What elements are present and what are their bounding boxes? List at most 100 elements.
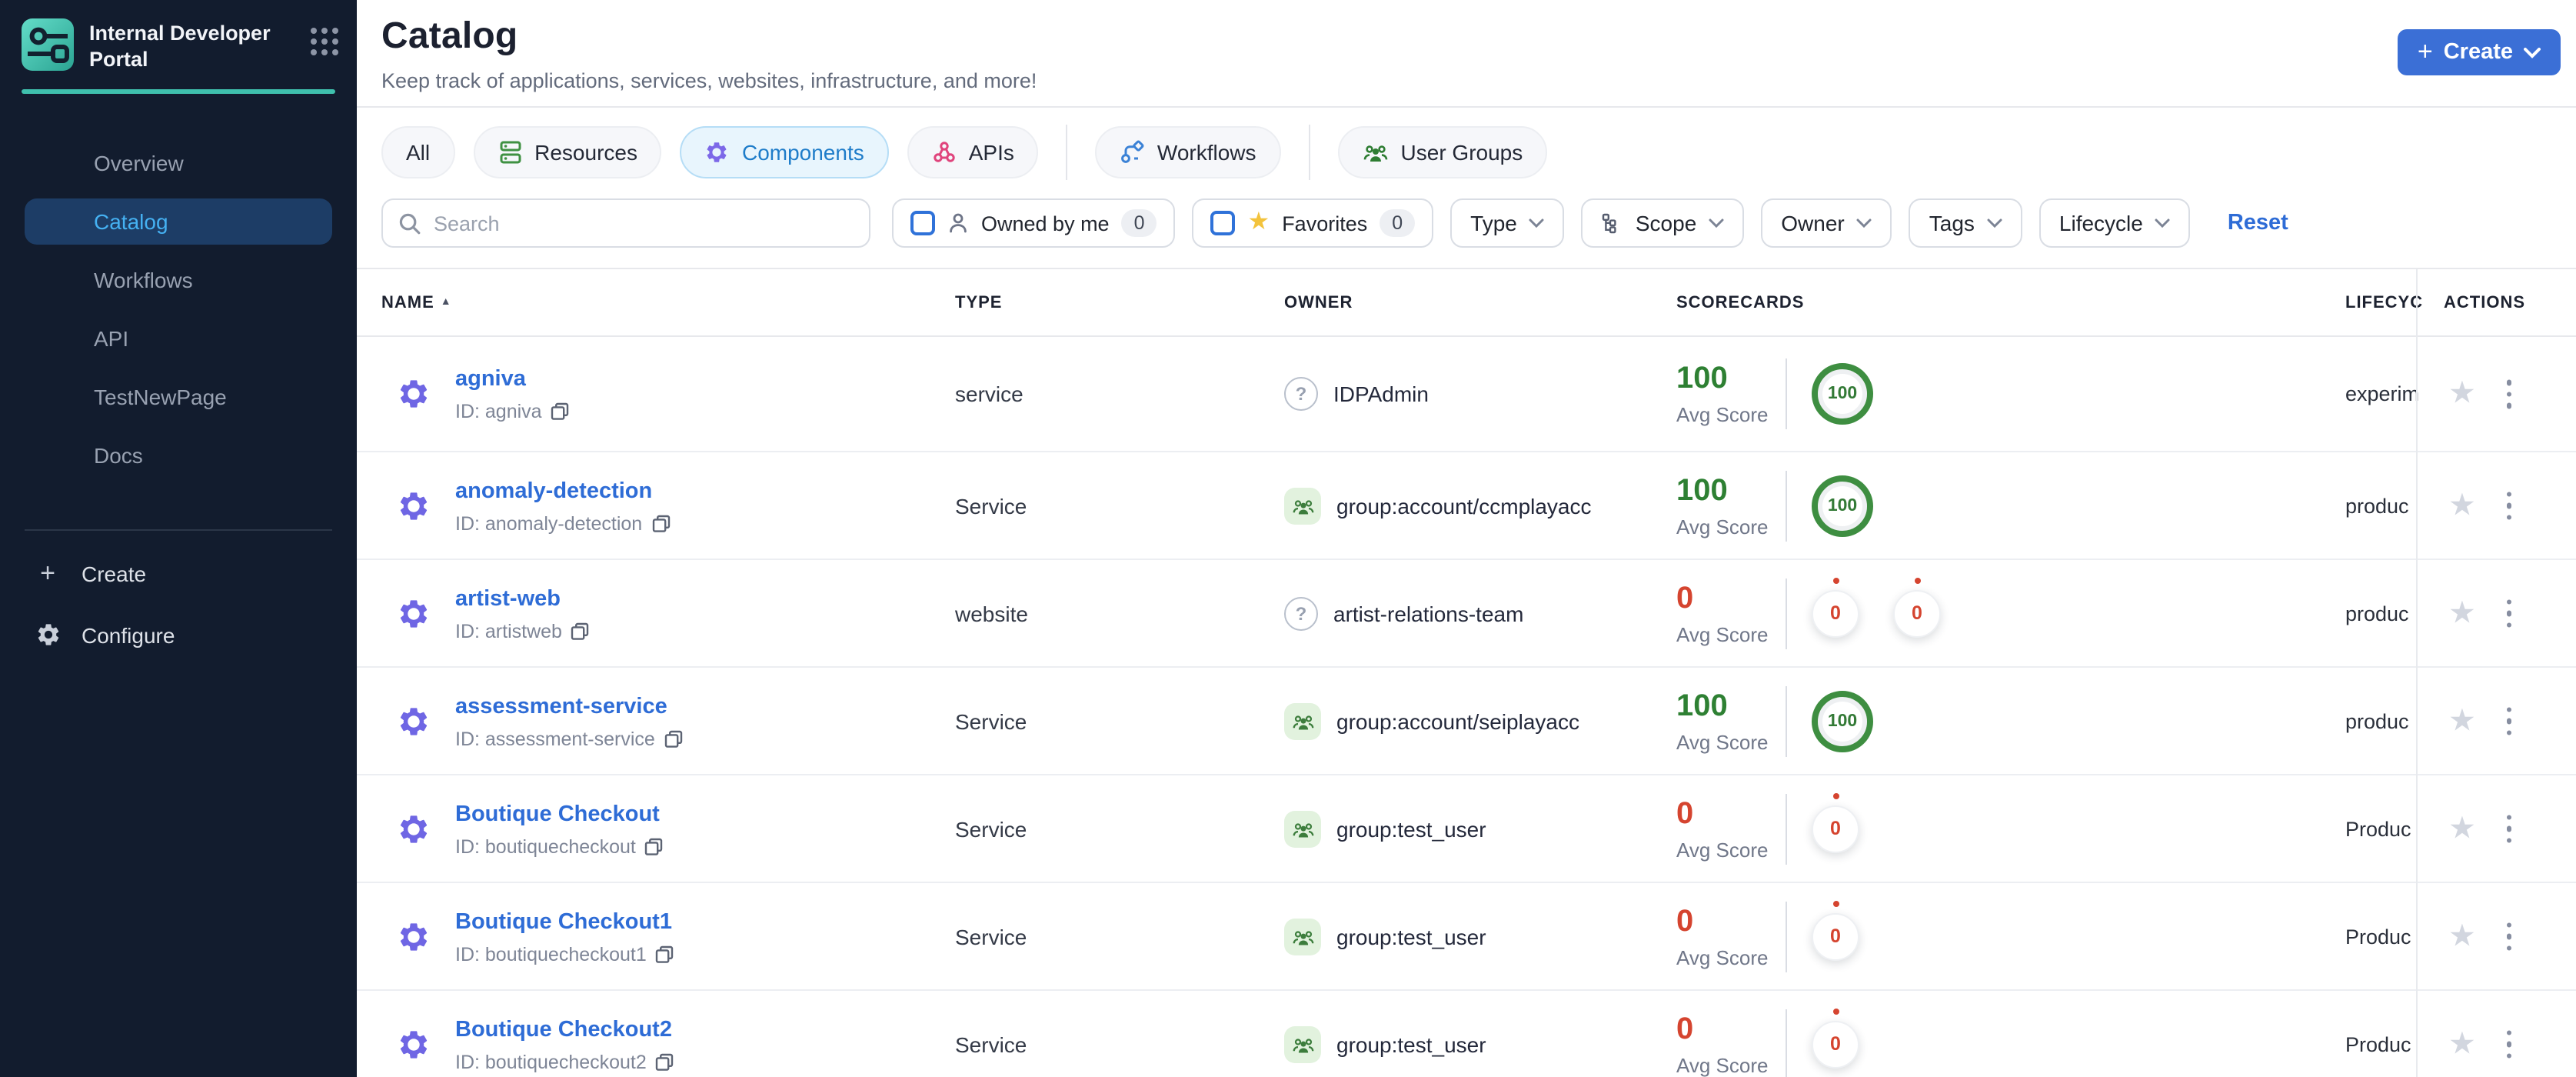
copy-icon[interactable] <box>551 402 570 421</box>
create-button[interactable]: + Create <box>2397 29 2561 75</box>
type-dropdown[interactable]: Type <box>1450 198 1565 248</box>
kebab-menu-icon[interactable] <box>2504 596 2515 631</box>
scorecard-divider <box>1786 901 1787 972</box>
avg-score: 0 Avg Score <box>1676 796 1769 861</box>
tab-all[interactable]: All <box>381 126 455 178</box>
scorecard-ring[interactable]: 0 <box>1812 577 1859 637</box>
scope-tree-icon <box>1603 213 1617 234</box>
scorecard-ring[interactable]: 0 <box>1812 1008 1859 1068</box>
favorite-star-icon[interactable]: ★ <box>2448 813 2476 844</box>
component-gear-icon <box>400 599 428 627</box>
row-actions: ★ <box>2448 596 2515 631</box>
sidebar-item-workflows[interactable]: Workflows <box>25 256 332 302</box>
scorecard-rings: 0 <box>1812 1008 1859 1068</box>
scorecard-ring[interactable]: 0 <box>1893 577 1941 637</box>
tab-resources[interactable]: Resources <box>473 126 662 178</box>
avg-score-value: 100 <box>1676 473 1728 507</box>
column-header-scorecards[interactable]: SCORECARDS <box>1676 294 1804 312</box>
favorite-star-icon[interactable]: ★ <box>2448 705 2476 736</box>
chevron-down-icon <box>1529 218 1545 228</box>
owned-by-me-filter[interactable]: Owned by me 0 <box>892 198 1176 248</box>
search-input[interactable] <box>434 212 854 235</box>
scorecard-divider <box>1786 793 1787 864</box>
owner-icon-slot <box>1284 1025 1321 1062</box>
kebab-menu-icon[interactable] <box>2504 919 2515 954</box>
scorecard-ring[interactable]: 100 <box>1812 475 1873 536</box>
sidebar-item-api[interactable]: API <box>25 315 332 361</box>
owner-dropdown[interactable]: Owner <box>1761 198 1892 248</box>
unknown-owner-icon: ? <box>1284 596 1318 630</box>
tab-components[interactable]: Components <box>680 126 889 178</box>
reset-filters-link[interactable]: Reset <box>2228 211 2288 235</box>
app-switcher-icon[interactable] <box>311 28 338 55</box>
component-name-link[interactable]: artist-web <box>455 586 561 611</box>
sidebar-item-catalog[interactable]: Catalog <box>25 198 332 245</box>
tags-dropdown[interactable]: Tags <box>1909 198 2022 248</box>
component-name-link[interactable]: Boutique Checkout <box>455 802 660 826</box>
component-gear-icon <box>400 707 428 735</box>
favorite-star-icon[interactable]: ★ <box>2448 598 2476 629</box>
copy-icon[interactable] <box>651 514 670 532</box>
favorite-star-icon[interactable]: ★ <box>2448 490 2476 521</box>
scorecard-ring[interactable]: 0 <box>1812 792 1859 852</box>
copy-icon[interactable] <box>645 837 664 855</box>
kebab-menu-icon[interactable] <box>2504 1027 2515 1062</box>
owner-cell: ? IDPAdmin <box>1284 377 1429 411</box>
kebab-menu-icon[interactable] <box>2504 704 2515 739</box>
component-name-link[interactable]: assessment-service <box>455 694 667 719</box>
sidebar-configure-button[interactable]: Configure <box>25 612 332 658</box>
favorites-filter[interactable]: ★ Favorites 0 <box>1192 198 1434 248</box>
scorecard-divider <box>1786 358 1787 429</box>
scorecard-divider <box>1786 685 1787 756</box>
scope-dropdown[interactable]: Scope <box>1581 198 1745 248</box>
copy-icon[interactable] <box>571 622 590 640</box>
favorite-star-icon[interactable]: ★ <box>2448 921 2476 952</box>
column-header-type[interactable]: TYPE <box>955 294 1002 312</box>
scorecard-ring[interactable]: 100 <box>1812 363 1873 425</box>
favorite-star-icon[interactable]: ★ <box>2448 378 2476 409</box>
avg-score-value: 0 <box>1676 1012 1694 1045</box>
column-header-name[interactable]: NAME ▲ <box>381 294 452 312</box>
owner-label: artist-relations-team <box>1333 601 1524 625</box>
component-name-link[interactable]: Boutique Checkout2 <box>455 1017 672 1042</box>
owner-label: group:test_user <box>1336 816 1486 841</box>
owner-cell: group:test_user <box>1284 1025 1486 1062</box>
component-name-link[interactable]: agniva <box>455 367 526 392</box>
avg-score: 0 Avg Score <box>1676 904 1769 969</box>
avg-score-value: 0 <box>1676 796 1694 830</box>
column-header-owner[interactable]: OWNER <box>1284 294 1353 312</box>
component-id: ID: assessment-service <box>455 728 655 749</box>
component-name-link[interactable]: Boutique Checkout1 <box>455 909 672 934</box>
component-name-link[interactable]: anomaly-detection <box>455 478 652 503</box>
tab-workflows[interactable]: Workflows <box>1095 126 1281 178</box>
component-id: ID: boutiquecheckout <box>455 835 636 857</box>
sidebar-item-overview[interactable]: Overview <box>25 139 332 185</box>
favorites-count: 0 <box>1380 209 1416 237</box>
tab-user-groups[interactable]: User Groups <box>1337 126 1548 178</box>
row-actions: ★ <box>2448 812 2515 846</box>
owner-icon-slot: ? <box>1284 377 1318 411</box>
owner-cell: group:test_user <box>1284 918 1486 955</box>
kebab-menu-icon[interactable] <box>2504 488 2515 523</box>
scorecard-rings: 100 <box>1812 690 1873 752</box>
sidebar-item-docs[interactable]: Docs <box>25 432 332 478</box>
kebab-menu-icon[interactable] <box>2504 812 2515 846</box>
sidebar-item-testnewpage[interactable]: TestNewPage <box>25 373 332 419</box>
avg-score-label: Avg Score <box>1676 838 1769 861</box>
copy-icon[interactable] <box>656 945 674 963</box>
tab-apis[interactable]: APIs <box>907 126 1039 178</box>
lifecycle-value: Produc <box>2345 1032 2411 1055</box>
copy-icon[interactable] <box>664 729 683 748</box>
kebab-menu-icon[interactable] <box>2504 377 2515 412</box>
favorites-label: Favorites <box>1282 212 1368 235</box>
scorecard-ring[interactable]: 100 <box>1812 690 1873 752</box>
favorites-checkbox[interactable] <box>1210 211 1236 235</box>
column-header-actions: ACTIONS <box>2444 294 2525 312</box>
lifecycle-dropdown[interactable]: Lifecycle <box>2039 198 2191 248</box>
favorite-star-icon[interactable]: ★ <box>2448 1029 2476 1059</box>
owned-by-me-checkbox[interactable] <box>910 211 935 235</box>
scorecard-ring[interactable]: 0 <box>1812 900 1859 960</box>
column-header-lifecycle[interactable]: LIFECYC <box>2345 294 2423 312</box>
sidebar-create-button[interactable]: + Create <box>25 550 332 596</box>
copy-icon[interactable] <box>656 1052 674 1071</box>
